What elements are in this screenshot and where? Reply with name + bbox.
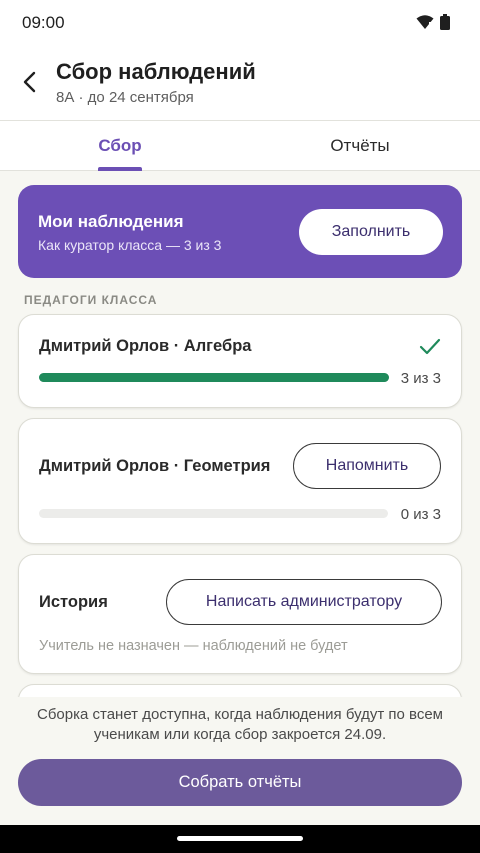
status-bar: 09:00	[0, 0, 480, 46]
teacher-card-algebra: Дмитрий Орлов · Алгебра 3 из 3	[18, 314, 462, 408]
page-title: Сбор наблюдений	[56, 59, 256, 84]
progress-bar	[39, 509, 388, 518]
progress-fill	[39, 373, 389, 382]
my-observations-card: Мои наблюдения Как куратор класса — 3 из…	[18, 185, 462, 278]
active-tab-indicator	[98, 167, 142, 171]
my-observations-subtitle: Как куратор класса — 3 из 3	[38, 237, 222, 253]
teacher-card-history: История Написать администратору Учитель …	[18, 554, 462, 674]
section-label: ПЕДАГОГИ КЛАССА	[24, 293, 158, 307]
fill-button[interactable]: Заполнить	[299, 209, 443, 255]
back-button[interactable]	[14, 64, 44, 100]
tab-bar: Сбор Отчёты	[0, 120, 480, 171]
progress-count: 0 из 3	[400, 506, 441, 523]
app-bar: Сбор наблюдений 8А · до 24 сентября	[0, 46, 480, 120]
battery-icon	[440, 14, 450, 30]
wifi-icon	[416, 15, 434, 29]
system-nav-bar	[0, 825, 480, 853]
teacher-card-geometry: Дмитрий Орлов · Геометрия Напомнить 0 из…	[18, 418, 462, 544]
teacher-name: Дмитрий Орлов · Алгебра	[39, 337, 252, 355]
teacher-name: Дмитрий Орлов · Геометрия	[39, 457, 271, 475]
screen: 09:00 Сбор наблюдений 8А · до 24 сентябр…	[0, 0, 480, 853]
tab-reports[interactable]: Отчёты	[240, 121, 480, 171]
no-teacher-note: Учитель не назначен — наблюдений не буде…	[39, 638, 348, 654]
tab-collect[interactable]: Сбор	[0, 121, 240, 171]
footer-note: Сборка станет доступна, когда наблюдения…	[37, 706, 443, 743]
check-icon	[419, 338, 441, 355]
progress-bar	[39, 373, 389, 382]
my-observations-title: Мои наблюдения	[38, 212, 184, 231]
back-arrow-icon	[23, 71, 36, 93]
remind-button[interactable]: Напомнить	[293, 443, 441, 489]
write-admin-button[interactable]: Написать администратору	[166, 579, 442, 625]
subject-name: История	[39, 593, 108, 611]
status-icons	[416, 14, 450, 30]
home-indicator[interactable]	[177, 836, 303, 841]
status-time: 09:00	[22, 13, 65, 32]
progress-count: 3 из 3	[400, 370, 441, 387]
page-subtitle: 8А · до 24 сентября	[56, 89, 194, 106]
bottom-panel: Сборка станет доступна, когда наблюдения…	[0, 697, 480, 825]
collect-reports-button[interactable]: Собрать отчёты	[18, 759, 462, 806]
